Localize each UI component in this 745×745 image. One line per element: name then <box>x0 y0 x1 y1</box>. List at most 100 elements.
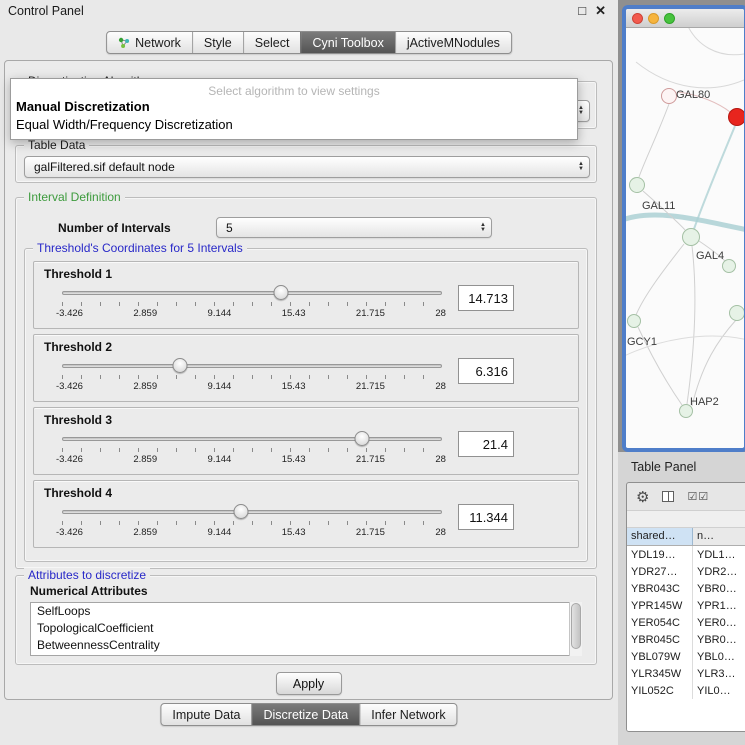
table-row[interactable]: YBL079WYBL0… <box>627 648 745 665</box>
table-row[interactable]: YBR043CYBR0… <box>627 580 745 597</box>
network-node[interactable] <box>729 305 745 321</box>
table-cell: YLR3… <box>693 668 745 680</box>
slider-scale: -3.4262.8599.14415.4321.71528 <box>56 308 446 319</box>
interval-definition-groupbox: Interval Definition Number of Intervals … <box>15 197 597 569</box>
combo-arrows-icon: ▲ ▼ <box>578 162 584 172</box>
slider-handle[interactable] <box>233 504 248 519</box>
threshold-slider[interactable]: -3.4262.8599.14415.4321.71528 <box>62 502 442 540</box>
table-row[interactable]: YIL052CYIL0… <box>627 682 745 699</box>
attributes-groupbox: Attributes to discretize Numerical Attri… <box>15 575 597 665</box>
threshold-row: -3.4262.8599.14415.4321.71528 <box>62 502 564 546</box>
select-columns-icons[interactable]: ☑☑ <box>687 490 709 503</box>
table-cell: YIL0… <box>693 685 745 697</box>
table-row[interactable]: YLR345WYLR3… <box>627 665 745 682</box>
table-row[interactable]: YPR145WYPR1… <box>627 597 745 614</box>
threshold-slider[interactable]: -3.4262.8599.14415.4321.71528 <box>62 283 442 321</box>
tab-label: Infer Network <box>371 708 445 722</box>
threshold-row: -3.4262.8599.14415.4321.71528 <box>62 356 564 400</box>
threshold-value-input[interactable] <box>458 504 514 530</box>
network-node[interactable] <box>629 177 645 193</box>
number-of-intervals-combobox[interactable]: 5 ▲ ▼ <box>216 217 492 238</box>
checkbox-icon[interactable]: ☑ <box>698 491 709 503</box>
table-data-combobox-value: galFiltered.sif default node <box>34 160 175 174</box>
network-node[interactable] <box>722 259 736 273</box>
gear-icon[interactable]: ⚙ <box>636 488 649 506</box>
tab-impute-data[interactable]: Impute Data <box>161 704 251 725</box>
slider-handle[interactable] <box>274 285 289 300</box>
slider-handle[interactable] <box>355 431 370 446</box>
algorithm-popup-hint: Select algorithm to view settings <box>11 79 577 98</box>
scale-label: 15.43 <box>282 308 306 319</box>
popup-option-manual-discretization[interactable]: Manual Discretization <box>11 98 577 116</box>
scale-label: 21.715 <box>356 381 385 392</box>
network-node-label: HAP2 <box>690 396 719 408</box>
table-row[interactable]: YDR27…YDR2… <box>627 563 745 580</box>
threshold-value-input[interactable] <box>458 285 514 311</box>
table-row[interactable]: YDL19…YDL1… <box>627 546 745 563</box>
tab-discretize-data[interactable]: Discretize Data <box>252 704 360 725</box>
close-icon[interactable]: ✕ <box>595 3 606 19</box>
threshold-slider[interactable]: -3.4262.8599.14415.4321.71528 <box>62 356 442 394</box>
tab-network[interactable]: Network <box>107 32 192 53</box>
table-panel-title: Table Panel <box>631 460 696 474</box>
slider-ticks <box>62 302 442 306</box>
network-node[interactable] <box>728 108 745 126</box>
network-node[interactable] <box>627 314 641 328</box>
popup-option-equal-width-frequency-discretization[interactable]: Equal Width/Frequency Discretization <box>11 116 577 134</box>
table-data-combobox[interactable]: galFiltered.sif default node ▲ ▼ <box>24 156 590 178</box>
number-of-intervals-label: Number of Intervals <box>58 221 171 235</box>
slider-handle[interactable] <box>172 358 187 373</box>
network-window-titlebar[interactable] <box>626 9 744 28</box>
tab-cyni-toolbox[interactable]: Cyni Toolbox <box>300 32 394 53</box>
threshold-value-input[interactable] <box>458 358 514 384</box>
scale-label: 21.715 <box>356 308 385 319</box>
thresholds-group-title: Threshold's Coordinates for 5 Intervals <box>33 241 247 255</box>
algorithm-popup: Select algorithm to view settings Manual… <box>10 78 578 140</box>
combo-arrows-icon: ▲ ▼ <box>578 106 584 116</box>
network-node[interactable] <box>661 88 677 104</box>
zoom-traffic-button[interactable] <box>664 13 675 24</box>
columns-icon[interactable] <box>662 491 674 502</box>
minimize-traffic-button[interactable] <box>648 13 659 24</box>
list-item[interactable]: SelfLoops <box>31 603 581 620</box>
thresholds-groupbox: Threshold's Coordinates for 5 Intervals … <box>24 248 588 562</box>
scale-label: 9.144 <box>208 381 232 392</box>
tab-label: Select <box>255 36 290 50</box>
numerical-attributes-list[interactable]: SelfLoopsTopologicalCoefficientBetweenne… <box>30 602 582 656</box>
table-body[interactable]: YDL19…YDL1…YDR27…YDR2…YBR043CYBR0…YPR145… <box>627 546 745 731</box>
list-item[interactable]: BetweennessCentrality <box>31 637 581 654</box>
network-canvas[interactable]: GAL80GAL11GAL4GCY1HAP2 <box>626 28 744 447</box>
threshold-row: -3.4262.8599.14415.4321.71528 <box>62 283 564 327</box>
table-cell: YDL19… <box>627 546 693 563</box>
list-item[interactable]: TopologicalCoefficient <box>31 620 581 637</box>
table-cell: YBR0… <box>693 583 745 595</box>
network-node-label: GAL80 <box>676 89 710 101</box>
tab-infer-network[interactable]: Infer Network <box>359 704 456 725</box>
checkbox-icon[interactable]: ☑ <box>687 491 698 503</box>
close-traffic-button[interactable] <box>632 13 643 24</box>
tab-select[interactable]: Select <box>243 32 301 53</box>
list-scrollbar-thumb[interactable] <box>571 603 581 649</box>
apply-button[interactable]: Apply <box>276 672 342 695</box>
table-cell: YDL1… <box>693 549 745 561</box>
tab-jactivemnodules[interactable]: jActiveMNodules <box>395 32 511 53</box>
table-cell: YBR045C <box>627 631 693 648</box>
table-header: shared…n… <box>627 528 745 546</box>
column-header-shared[interactable]: shared… <box>627 528 693 545</box>
scale-label: 28 <box>435 308 446 319</box>
right-dock: GAL80GAL11GAL4GCY1HAP2 Table Panel ⚙ ☑☑ … <box>618 0 745 745</box>
network-node[interactable] <box>682 228 700 246</box>
table-row[interactable]: YBR045CYBR0… <box>627 631 745 648</box>
table-cell: YBL0… <box>693 651 745 663</box>
threshold-value-input[interactable] <box>458 431 514 457</box>
tab-label: Network <box>135 36 181 50</box>
bottom-tabstrip: Impute DataDiscretize Data Infer Network <box>160 703 457 726</box>
column-header-n[interactable]: n… <box>693 528 745 545</box>
float-icon[interactable]: □ <box>578 3 586 19</box>
scale-label: 15.43 <box>282 527 306 538</box>
tab-style[interactable]: Style <box>192 32 243 53</box>
slider-track <box>62 364 442 368</box>
threshold-slider[interactable]: -3.4262.8599.14415.4321.71528 <box>62 429 442 467</box>
table-row[interactable]: YER054CYER0… <box>627 614 745 631</box>
list-scrollbar[interactable] <box>569 602 582 656</box>
